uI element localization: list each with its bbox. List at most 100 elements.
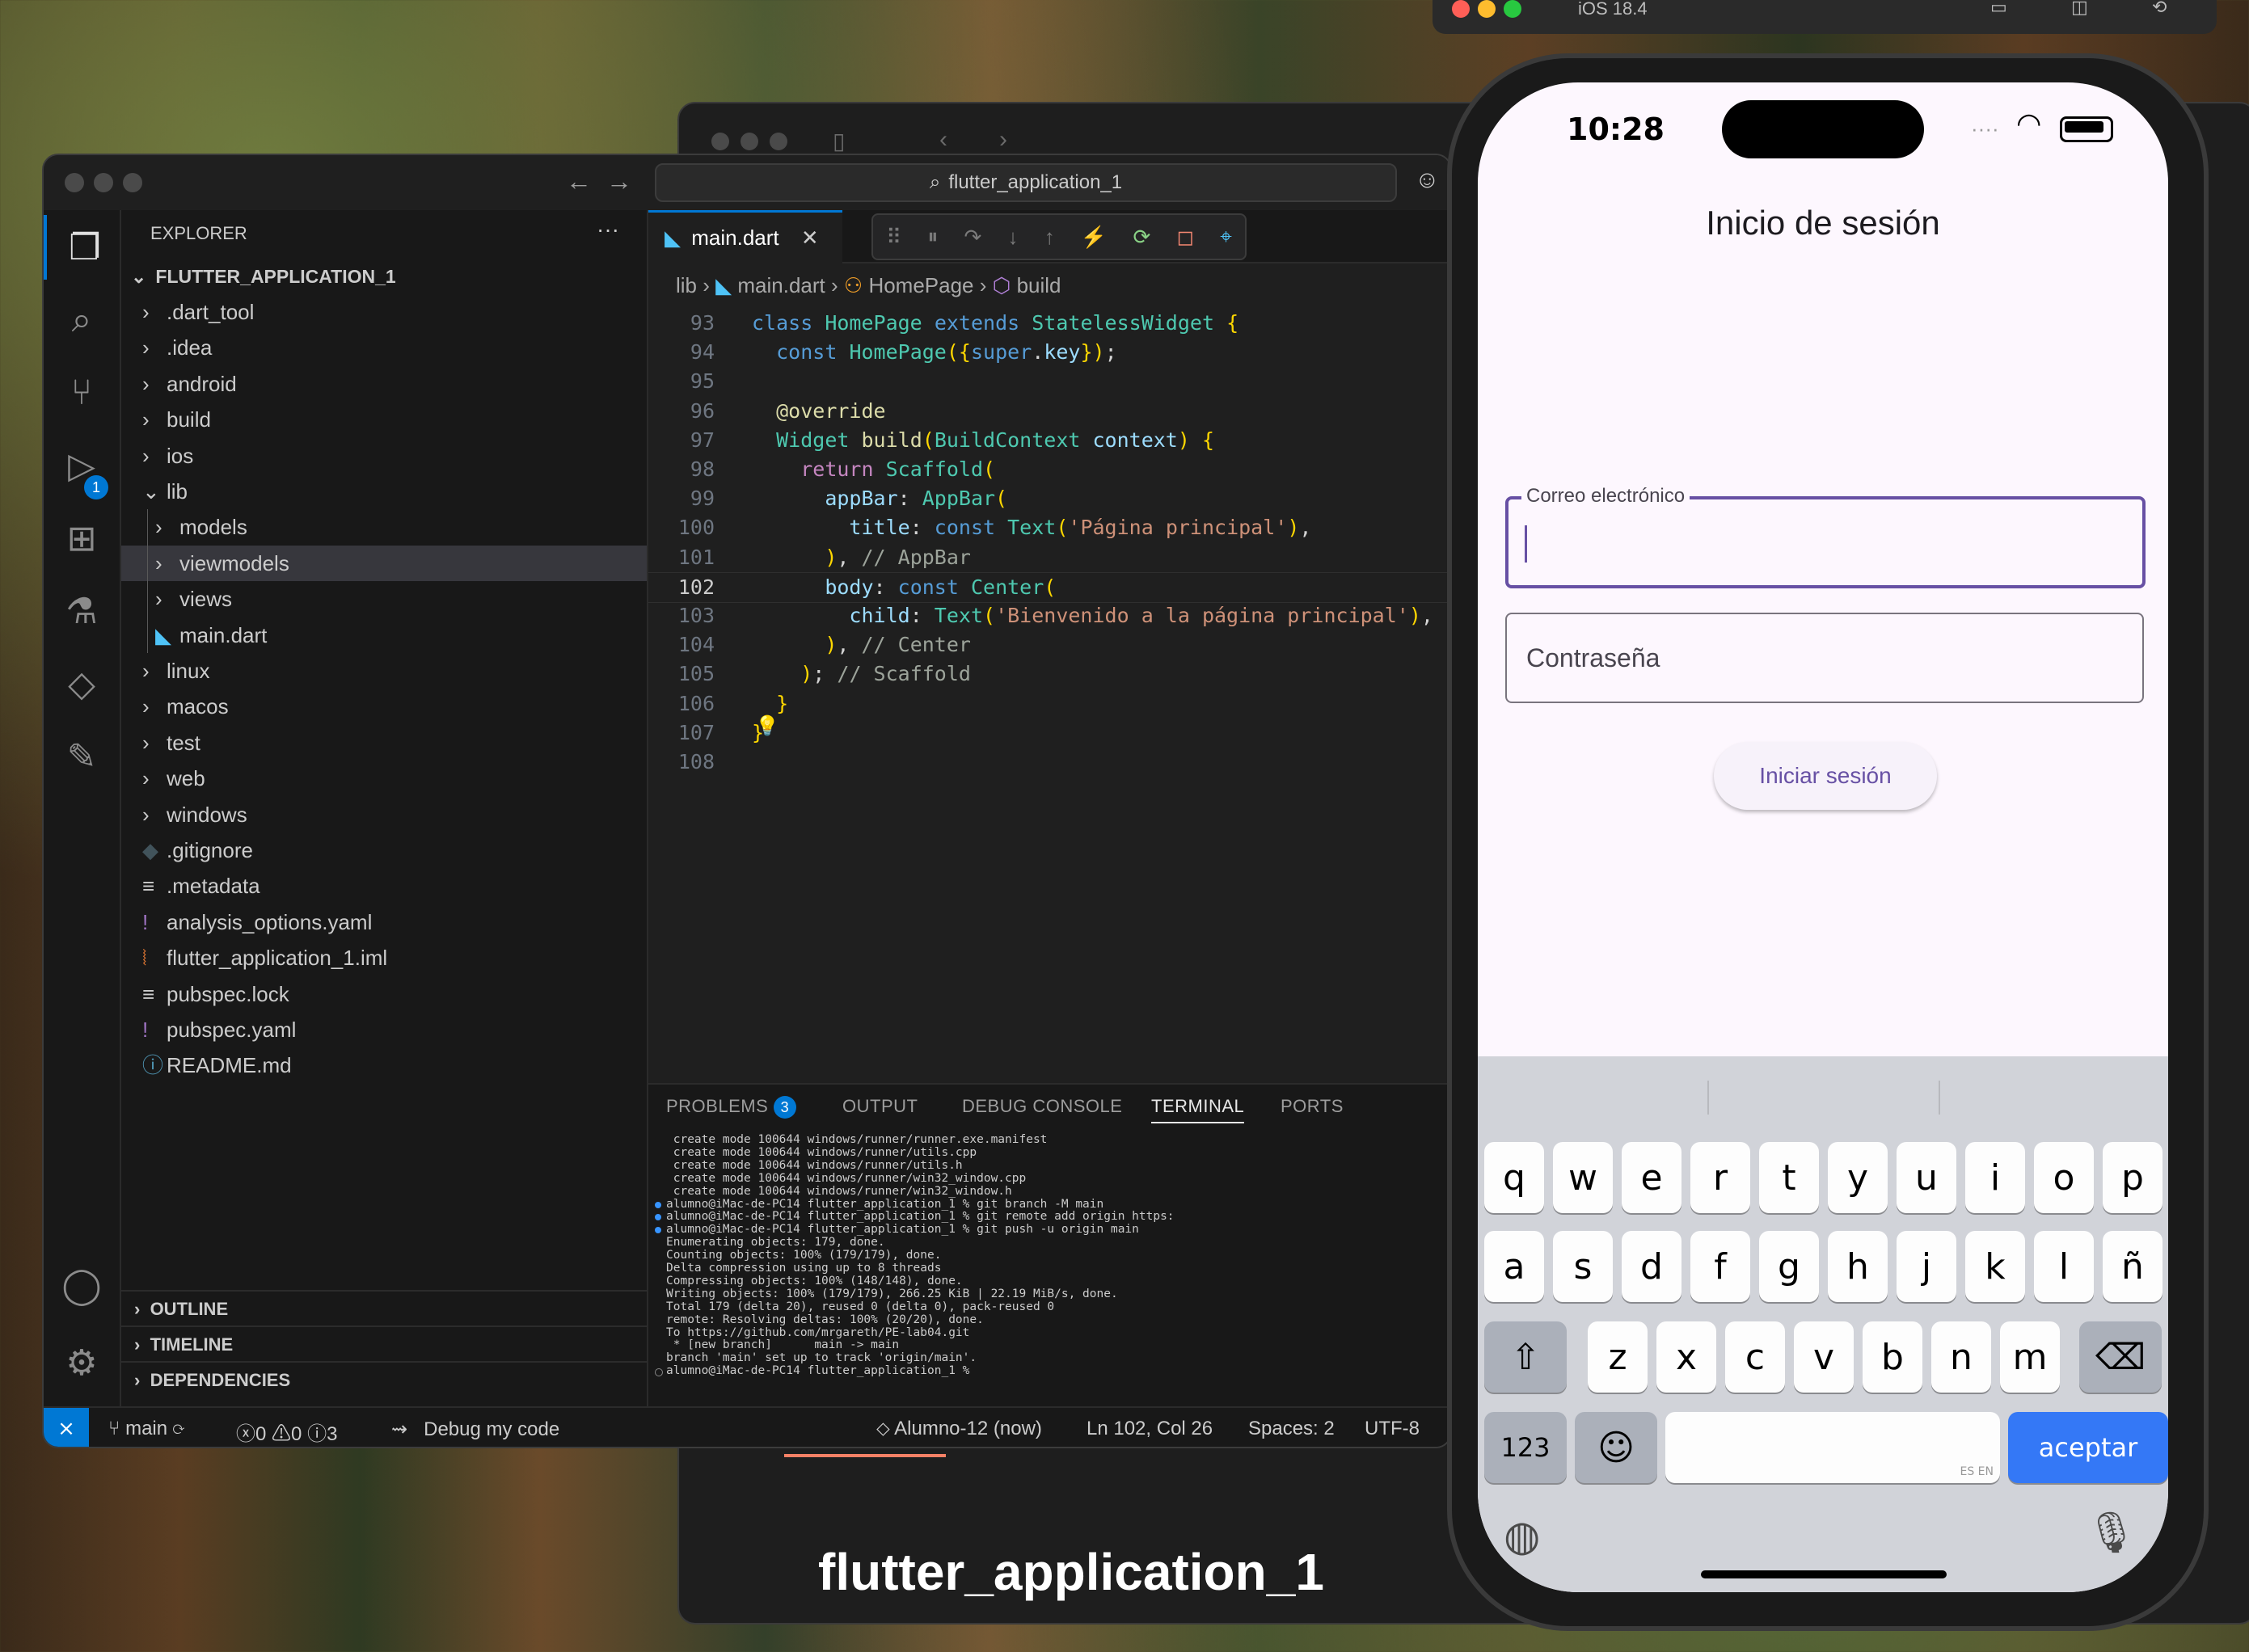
key-x[interactable]: x	[1656, 1321, 1716, 1393]
minimize-dot[interactable]	[1478, 0, 1496, 18]
key-k[interactable]: k	[1965, 1231, 2025, 1302]
code-line[interactable]: 108	[648, 748, 1450, 777]
tree-item[interactable]: › ios	[121, 438, 647, 474]
tree-item[interactable]: › models	[121, 509, 647, 545]
key-q[interactable]: q	[1484, 1142, 1544, 1213]
explorer-icon[interactable]: ❐	[44, 215, 123, 280]
key-i[interactable]: i	[1965, 1142, 2025, 1213]
restart-icon[interactable]: ⟳	[1133, 225, 1150, 250]
encoding[interactable]: UTF-8	[1365, 1418, 1420, 1440]
tab-output[interactable]: OUTPUT	[842, 1096, 918, 1117]
key-a[interactable]: a	[1484, 1231, 1544, 1302]
breadcrumb-file[interactable]: main.dart	[737, 273, 825, 297]
step-out-icon[interactable]: ↑	[1044, 225, 1055, 250]
inspect-icon[interactable]: ⌖	[1220, 224, 1232, 250]
code-line[interactable]: 94 const HomePage({super.key});	[648, 338, 1450, 367]
sidebar-toggle-icon[interactable]: ▯	[833, 128, 845, 154]
key-f[interactable]: f	[1690, 1231, 1750, 1302]
tree-item[interactable]: › android	[121, 366, 647, 402]
key-ñ[interactable]: ñ	[2103, 1231, 2162, 1302]
screenshot-icon[interactable]: ◫	[2071, 0, 2088, 18]
tree-item[interactable]: › .idea	[121, 330, 647, 365]
project-root[interactable]: ⌄ FLUTTER_APPLICATION_1	[131, 259, 396, 294]
numbers-key[interactable]: 123	[1484, 1412, 1567, 1483]
space-key[interactable]: ES EN	[1665, 1412, 2000, 1483]
key-j[interactable]: j	[1897, 1231, 1956, 1302]
stop-icon[interactable]: ◻	[1176, 225, 1194, 250]
tab-ports[interactable]: PORTS	[1281, 1096, 1344, 1117]
tree-item[interactable]: ! pubspec.yaml	[121, 1012, 647, 1047]
rotate-icon[interactable]: ⟲	[2152, 0, 2167, 18]
copilot-icon[interactable]: ☺	[1415, 166, 1440, 194]
delete-key[interactable]: ⌫	[2079, 1321, 2162, 1393]
key-p[interactable]: p	[2103, 1142, 2162, 1213]
home-icon[interactable]: ▭	[1990, 0, 2007, 18]
nav-forward-icon[interactable]: →	[606, 166, 632, 196]
zoom-dot[interactable]	[1504, 0, 1521, 18]
tree-item[interactable]: ⌄ lib	[121, 474, 647, 509]
globe-icon[interactable]: ◍	[1504, 1512, 1540, 1561]
code-line[interactable]: 103 child: Text('Bienvenido a la página …	[648, 601, 1450, 630]
code-line[interactable]: 105 ); // Scaffold	[648, 660, 1450, 689]
key-o[interactable]: o	[2034, 1142, 2094, 1213]
key-n[interactable]: n	[1931, 1321, 1991, 1393]
code-line[interactable]: 104 ), // Center	[648, 630, 1450, 660]
close-tab-icon[interactable]: ✕	[801, 225, 819, 250]
zoom-dot[interactable]	[123, 173, 142, 192]
remote-indicator[interactable]: ⨯	[44, 1408, 89, 1447]
debug-indicator[interactable]: ⇝ Debug my code	[391, 1418, 559, 1441]
key-g[interactable]: g	[1759, 1231, 1819, 1302]
key-m[interactable]: m	[2000, 1321, 2060, 1393]
forward-arrow-icon[interactable]: ›	[999, 126, 1007, 154]
breadcrumb-lib[interactable]: lib	[676, 273, 697, 297]
code-line[interactable]: 99 appBar: AppBar(	[648, 484, 1450, 513]
tree-item[interactable]: ≡ pubspec.lock	[121, 976, 647, 1012]
key-c[interactable]: c	[1725, 1321, 1785, 1393]
indentation[interactable]: Spaces: 2	[1248, 1418, 1335, 1440]
key-s[interactable]: s	[1553, 1231, 1613, 1302]
tab-terminal[interactable]: TERMINAL	[1151, 1096, 1245, 1123]
tree-item[interactable]: › linux	[121, 653, 647, 689]
problems-indicator[interactable]: ⓧ0 ⚠0 ⓘ3	[236, 1418, 337, 1446]
tree-item[interactable]: ◣ main.dart	[121, 617, 647, 653]
key-b[interactable]: b	[1863, 1321, 1922, 1393]
breadcrumb-class[interactable]: HomePage	[868, 273, 973, 297]
tree-item[interactable]: › build	[121, 402, 647, 437]
code-line[interactable]: 96 @override	[648, 397, 1450, 426]
tab-debug-console[interactable]: DEBUG CONSOLE	[962, 1096, 1122, 1117]
minimize-dot[interactable]	[94, 173, 113, 192]
tree-item[interactable]: ≡ .metadata	[121, 868, 647, 904]
breadcrumb-method[interactable]: build	[1017, 273, 1061, 297]
key-l[interactable]: l	[2034, 1231, 2094, 1302]
tree-item[interactable]: › viewmodels	[121, 545, 647, 581]
key-d[interactable]: d	[1622, 1231, 1681, 1302]
tab-main-dart[interactable]: ◣ main.dart ✕	[648, 210, 842, 264]
key-u[interactable]: u	[1897, 1142, 1956, 1213]
tab-problems[interactable]: PROBLEMS 3	[666, 1096, 796, 1119]
git-blame-indicator[interactable]: ⬦ Alumno-12 (now)	[876, 1418, 1042, 1440]
return-key[interactable]: aceptar	[2008, 1412, 2168, 1483]
tree-item[interactable]: ◆ .gitignore	[121, 832, 647, 868]
cursor-position[interactable]: Ln 102, Col 26	[1087, 1418, 1213, 1440]
code-line[interactable]: 93 class HomePage extends StatelessWidget…	[648, 309, 1450, 338]
more-actions-icon[interactable]: ···	[597, 217, 619, 242]
microphone-icon[interactable]: 🎙	[2086, 1509, 2137, 1557]
step-over-icon[interactable]: ↷	[964, 225, 982, 250]
terminal-output[interactable]: create mode 100644 windows/runner/runner…	[648, 1133, 1450, 1408]
step-into-icon[interactable]: ↓	[1008, 225, 1019, 250]
hot-reload-icon[interactable]: ⚡	[1081, 225, 1107, 250]
key-e[interactable]: e	[1622, 1142, 1681, 1213]
drag-handle-icon[interactable]: ⠿	[886, 225, 901, 250]
key-v[interactable]: v	[1794, 1321, 1854, 1393]
tree-item[interactable]: › views	[121, 581, 647, 617]
settings-gear-icon[interactable]: ⚙	[44, 1330, 120, 1395]
key-w[interactable]: w	[1553, 1142, 1613, 1213]
code-line[interactable]: 102 body: const Center(	[648, 571, 1450, 603]
nav-back-icon[interactable]: ←	[566, 166, 592, 196]
tree-item[interactable]: › .dart_tool	[121, 294, 647, 330]
code-line[interactable]: 97 Widget build(BuildContext context) {	[648, 426, 1450, 455]
testing-icon[interactable]: ⚗	[44, 579, 120, 643]
key-r[interactable]: r	[1690, 1142, 1750, 1213]
tree-item[interactable]: › macos	[121, 689, 647, 724]
key-t[interactable]: t	[1759, 1142, 1819, 1213]
